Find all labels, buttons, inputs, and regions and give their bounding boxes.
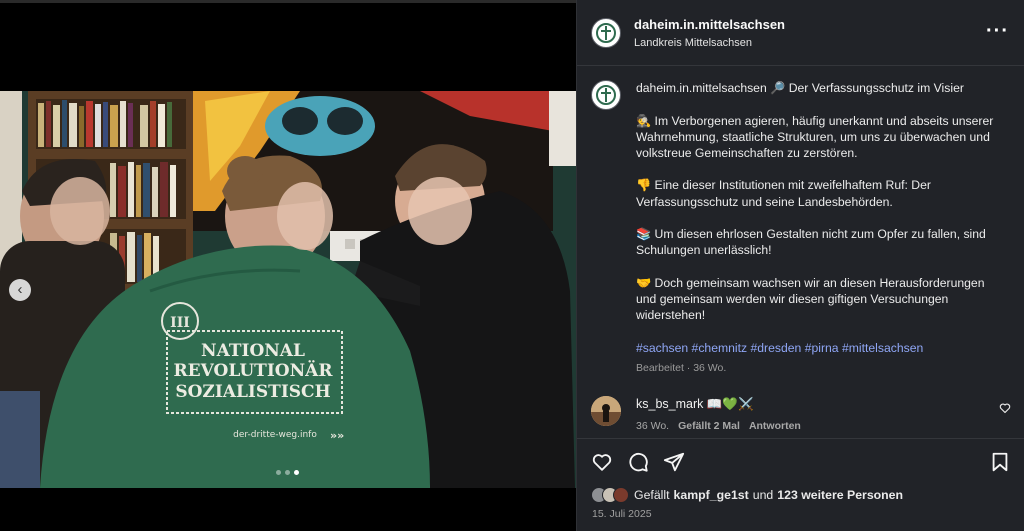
comment-likes[interactable]: Gefällt 2 Mal (678, 420, 740, 432)
likes-first-user[interactable]: kampf_ge1st (674, 488, 749, 502)
comment-age: 36 Wo. (636, 420, 670, 432)
likes-summary: Gefällt kampf_ge1st und 123 weitere Pers… (591, 487, 907, 503)
caption-hashtags[interactable]: #sachsen #chemnitz #dresden #pirna #mitt… (636, 340, 1008, 356)
caption-username[interactable]: daheim.in.mittelsachsen (636, 81, 767, 95)
post-panel: daheim.in.mittelsachsen Landkreis Mittel… (576, 0, 1024, 531)
more-horizontal-icon[interactable]: ··· (986, 21, 1009, 41)
svg-text:»»: »» (330, 429, 344, 442)
caption-title: daheim.in.mittelsachsen 🔎 Der Verfassung… (636, 80, 1008, 96)
post-caption: daheim.in.mittelsachsen 🔎 Der Verfassung… (636, 80, 1008, 376)
likes-others[interactable]: 123 weitere Personen (777, 488, 903, 502)
caption-edited-meta: Bearbeitet · 36 Wo. (636, 361, 727, 374)
photo-scene: III NATIONAL REVOLUTIONÄR SOZIALISTISCH … (0, 91, 576, 488)
post-media: III NATIONAL REVOLUTIONÄR SOZIALISTISCH … (0, 0, 576, 531)
caption-paragraph: 🕵️ Im Verborgenen agieren, häufig unerka… (636, 113, 994, 160)
header-location[interactable]: Landkreis Mittelsachsen (634, 37, 752, 49)
carousel-dot-active (294, 470, 299, 475)
hoodie-url: der-dritte-weg.info (233, 430, 317, 440)
carousel-dots (276, 470, 299, 475)
liker-avatars[interactable] (591, 487, 629, 503)
caption-title-text: 🔎 Der Verfassungsschutz im Visier (770, 81, 964, 95)
post-actions: Gefällt kampf_ge1st und 123 weitere Pers… (577, 438, 1024, 531)
commenter-avatar[interactable] (591, 396, 621, 426)
avatar-image (591, 396, 621, 426)
liker-avatar (613, 487, 629, 503)
post-header: daheim.in.mittelsachsen Landkreis Mittel… (577, 0, 1024, 66)
comment-icon[interactable] (627, 451, 649, 473)
carousel-prev-button[interactable]: ‹ (9, 279, 31, 301)
comment-heart-icon[interactable] (999, 402, 1011, 414)
emblem-icon (593, 82, 619, 108)
post-photo[interactable]: III NATIONAL REVOLUTIONÄR SOZIALISTISCH … (0, 91, 576, 488)
hoodie-line-3: SOZIALISTISCH (175, 382, 330, 402)
comment-reply-button[interactable]: Antworten (749, 420, 801, 432)
likes-prefix: Gefällt (634, 488, 670, 502)
comment-username[interactable]: ks_bs_mark 📖💚⚔️ (636, 397, 754, 412)
comment-item: ks_bs_mark 📖💚⚔️ 36 Wo. Gefällt 2 Mal Ant… (577, 392, 1024, 436)
comment-meta: 36 Wo. Gefällt 2 Mal Antworten (636, 420, 801, 432)
caption-paragraph: 📚 Um diesen ehrlosen Gestalten nicht zum… (636, 227, 986, 258)
caption-avatar[interactable] (591, 80, 621, 110)
carousel-dot (276, 470, 281, 475)
caption-paragraph: 👎 Eine dieser Institutionen mit zweifelh… (636, 178, 931, 209)
account-avatar[interactable] (591, 18, 621, 48)
bookmark-icon[interactable] (989, 451, 1011, 473)
share-icon[interactable] (663, 451, 685, 473)
emblem-icon (593, 20, 619, 46)
header-username[interactable]: daheim.in.mittelsachsen (634, 17, 785, 32)
hoodie-numeral: III (170, 315, 190, 331)
likes-connector: und (752, 488, 774, 502)
carousel-dot (285, 470, 290, 475)
post-date[interactable]: 15. Juli 2025 (592, 508, 652, 520)
media-top-strip (0, 0, 576, 3)
caption-paragraph: 🤝 Doch gemeinsam wachsen wir an diesen H… (636, 275, 985, 323)
heart-icon[interactable] (591, 451, 613, 473)
hoodie-line-1: NATIONAL (201, 341, 305, 361)
hoodie-line-2: REVOLUTIONÄR (174, 360, 334, 381)
